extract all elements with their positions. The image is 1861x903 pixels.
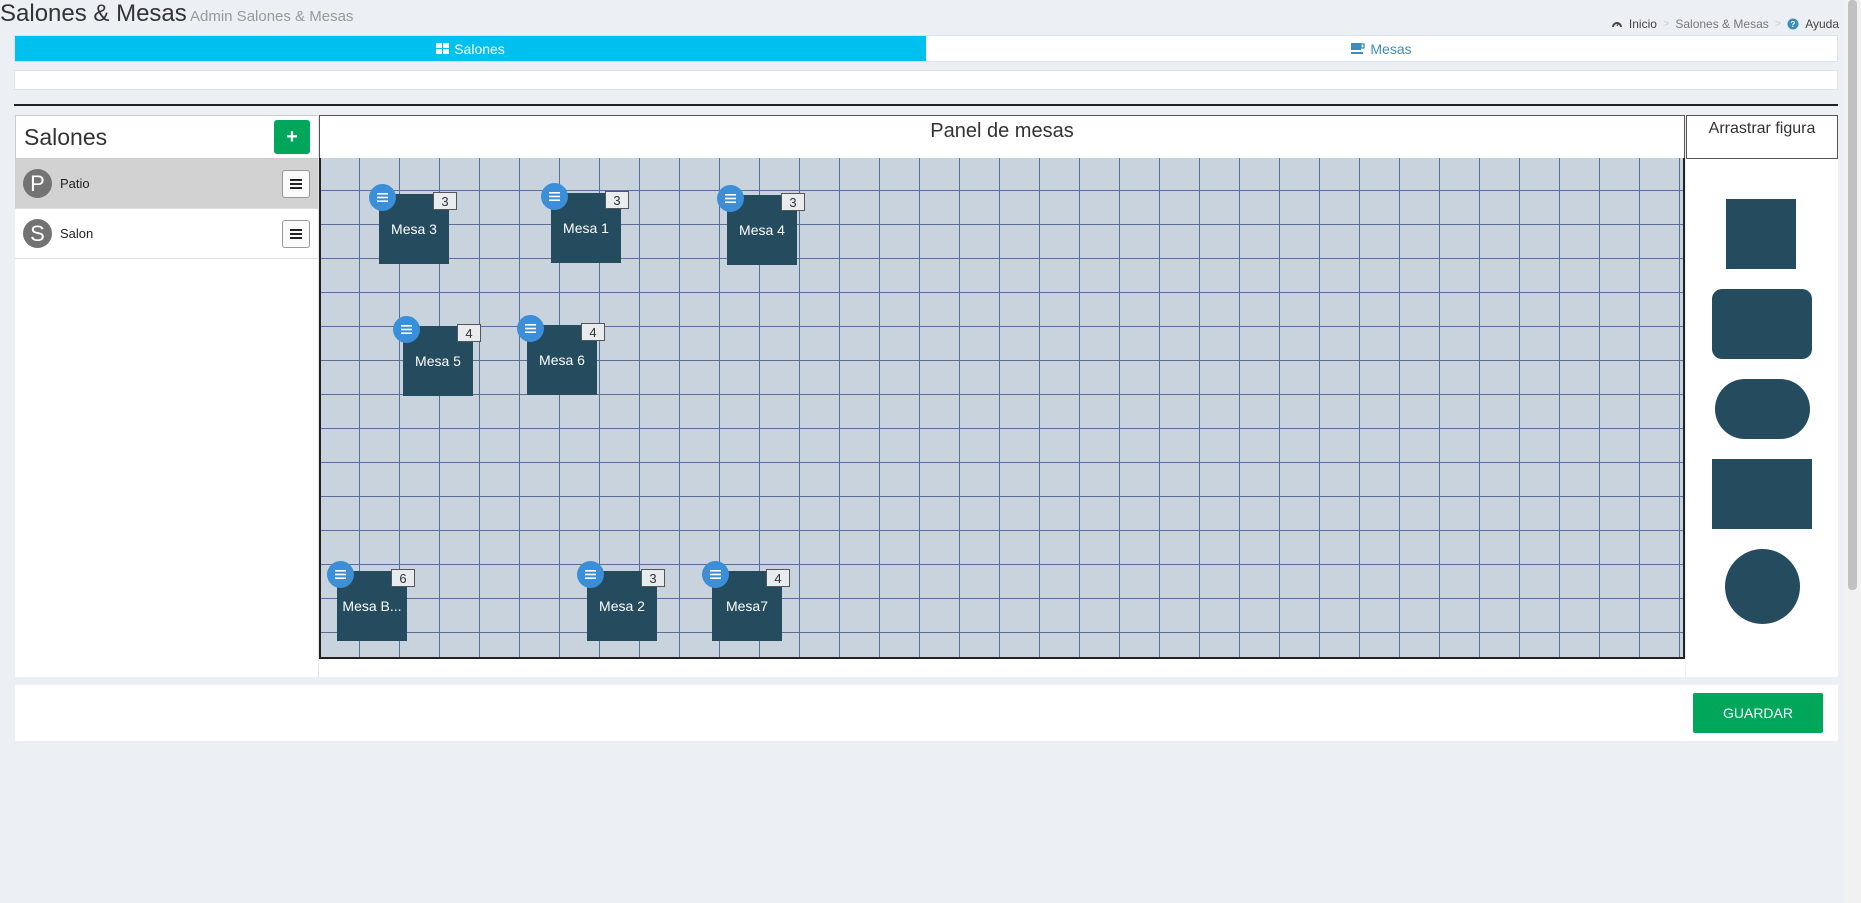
mesa-menu-button[interactable] <box>541 183 568 210</box>
salones-header: Salones + <box>15 115 318 159</box>
page-subtitle: Admin Salones & Mesas <box>190 8 354 25</box>
hamburger-icon <box>710 570 721 579</box>
footer-bar: GUARDAR <box>15 685 1838 741</box>
mesa-table[interactable]: Mesa 4 3 <box>717 185 805 265</box>
page-header: Salones & Mesas Admin Salones & Mesas In… <box>0 0 1861 31</box>
plus-icon: + <box>286 125 298 148</box>
hamburger-icon <box>290 178 302 189</box>
salon-name: Patio <box>60 176 90 191</box>
grid-icon <box>436 43 450 54</box>
hamburger-icon <box>290 228 302 239</box>
cup-icon <box>1351 43 1366 54</box>
mesa-table[interactable]: Mesa7 4 <box>702 561 790 641</box>
dashboard-icon <box>1611 22 1622 27</box>
table-grid[interactable]: Mesa 3 3 Mesa 1 3 Mesa 4 3 Mesa 5 4 Mesa 6 4 Mesa … <box>319 158 1685 659</box>
tab-mesas-label: Mesas <box>1370 40 1412 57</box>
mesa-seat-badge: 4 <box>581 323 605 341</box>
figure-pill[interactable] <box>1715 379 1810 439</box>
mesa-table[interactable]: Mesa 6 4 <box>517 315 605 395</box>
salones-panel: Salones + P Patio S Salon <box>15 115 319 677</box>
salon-name: Salon <box>60 226 94 241</box>
mesa-seat-badge: 3 <box>781 193 805 211</box>
mesa-name: Mesa 1 <box>563 220 609 236</box>
figure-square[interactable] <box>1726 199 1796 269</box>
hamburger-icon <box>401 325 412 334</box>
salon-menu-button[interactable] <box>282 219 310 248</box>
mesa-seat-badge: 3 <box>641 569 665 587</box>
salon-item-patio[interactable]: P Patio <box>15 159 318 209</box>
figures-title: Arrastrar figura <box>1686 115 1838 159</box>
mesa-seat-badge: 4 <box>766 569 790 587</box>
mesa-name: Mesa7 <box>725 598 769 614</box>
mesa-menu-button[interactable] <box>393 316 420 343</box>
help-icon: ? <box>1787 18 1799 30</box>
figures-panel <box>1686 159 1838 677</box>
salon-item-salon[interactable]: S Salon <box>15 209 318 259</box>
breadcrumb-separator: > <box>1774 18 1782 30</box>
salon-menu-button[interactable] <box>282 169 310 198</box>
breadcrumb-home-link[interactable]: Inicio <box>1629 17 1657 31</box>
help-link[interactable]: Ayuda <box>1805 17 1839 31</box>
scrollbar[interactable] <box>1844 0 1861 903</box>
mesa-name: Mesa 3 <box>391 221 437 237</box>
tab-bar: Salones Mesas <box>14 35 1838 62</box>
tab-mesas[interactable]: Mesas <box>926 36 1837 61</box>
mesa-seat-badge: 3 <box>433 192 457 210</box>
svg-text:?: ? <box>1791 20 1796 29</box>
mesa-table[interactable]: Mesa 2 3 <box>577 561 665 641</box>
info-bar <box>14 70 1838 90</box>
avatar: S <box>23 219 52 248</box>
tab-salones-label: Salones <box>454 40 505 57</box>
mesa-table[interactable]: Mesa 1 3 <box>541 183 629 263</box>
mesa-table[interactable]: Mesa B... 6 <box>327 561 415 641</box>
avatar: P <box>23 169 52 198</box>
mesa-name: Mesa 6 <box>539 352 585 368</box>
mesa-name: Mesa 2 <box>599 598 645 614</box>
figure-rectangle[interactable] <box>1712 459 1812 529</box>
scrollbar-thumb[interactable] <box>1848 0 1857 590</box>
hamburger-icon <box>725 194 736 203</box>
mesa-menu-button[interactable] <box>577 561 604 588</box>
tab-salones[interactable]: Salones <box>15 36 926 61</box>
panel-title: Panel de mesas <box>319 115 1685 159</box>
breadcrumb-current: Salones & Mesas <box>1675 17 1769 31</box>
hamburger-icon <box>525 324 536 333</box>
mesa-name: Mesa 4 <box>739 222 785 238</box>
mesa-table[interactable]: Mesa 3 3 <box>369 184 457 264</box>
save-button[interactable]: GUARDAR <box>1693 693 1823 733</box>
mesa-menu-button[interactable] <box>517 315 544 342</box>
hamburger-icon <box>585 570 596 579</box>
mesa-seat-badge: 4 <box>457 324 481 342</box>
mesa-name: Mesa B... <box>342 598 402 614</box>
hamburger-icon <box>377 193 388 202</box>
mesa-seat-badge: 6 <box>391 569 415 587</box>
mesa-menu-button[interactable] <box>702 561 729 588</box>
figure-rounded-rectangle[interactable] <box>1712 289 1812 359</box>
add-salon-button[interactable]: + <box>274 120 310 154</box>
hamburger-icon <box>335 570 346 579</box>
mesa-seat-badge: 3 <box>605 191 629 209</box>
page-title: Salones & Mesas <box>0 0 187 27</box>
mesa-menu-button[interactable] <box>717 185 744 212</box>
mesa-table[interactable]: Mesa 5 4 <box>393 316 481 396</box>
mesa-menu-button[interactable] <box>327 561 354 588</box>
hamburger-icon <box>549 192 560 201</box>
breadcrumb: Inicio > Salones & Mesas > ? Ayuda <box>1611 17 1839 31</box>
figure-circle[interactable] <box>1725 549 1800 624</box>
salones-title: Salones <box>24 123 108 150</box>
breadcrumb-separator: > <box>1662 18 1670 30</box>
section-divider <box>14 104 1838 106</box>
mesa-name: Mesa 5 <box>415 353 461 369</box>
grid-footer <box>319 659 1685 677</box>
mesa-menu-button[interactable] <box>369 184 396 211</box>
